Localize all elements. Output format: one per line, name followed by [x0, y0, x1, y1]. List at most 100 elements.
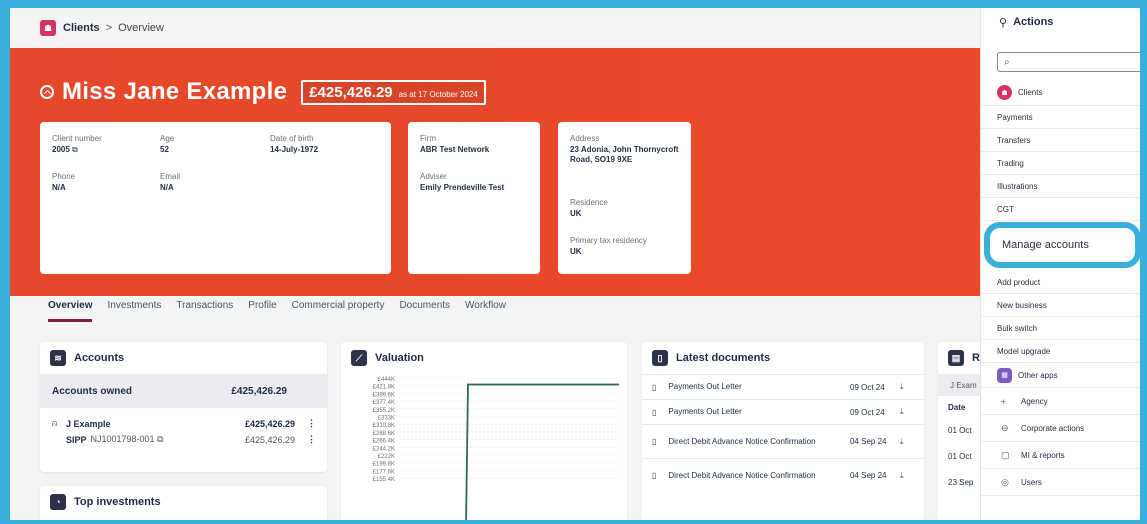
download-icon[interactable]: ⤓ — [900, 382, 924, 392]
residence-label: Residence — [570, 198, 608, 207]
valuation-title: Valuation — [375, 352, 424, 364]
total-value: £425,426.29 — [309, 83, 393, 101]
layers-icon: ≋ — [50, 350, 66, 366]
sidebar-item-label: Corporate actions — [1021, 423, 1085, 433]
search-icon: ⌕ — [1004, 56, 1010, 68]
sidebar-item-payments[interactable]: Payments — [981, 106, 1140, 129]
dob-label: Date of birth — [270, 134, 314, 143]
document-name: Payments Out Letter — [668, 407, 742, 416]
line-chart-icon: ⟋ — [351, 350, 367, 366]
clients-icon: ☗ — [997, 85, 1012, 100]
as-at-date: as at 17 October 2024 — [398, 89, 478, 99]
account-product-row[interactable]: SIPP NJ1001798-001 ⧉ £425,426.29 ⋮ — [40, 434, 327, 445]
y-tick-label: £244.2K — [373, 446, 395, 452]
documents-panel: ▯ Latest documents ▯ Payments Out Letter 09… — [642, 342, 924, 520]
document-date: 09 Oct 24 — [850, 382, 885, 392]
copy-icon[interactable]: ⧉ — [72, 145, 78, 154]
sidebar-item-users[interactable]: ◎ Users — [981, 469, 1140, 496]
address-label: Address — [570, 134, 600, 143]
tab-commercial-property[interactable]: Commercial property — [292, 300, 385, 322]
download-icon[interactable]: ⤓ — [900, 407, 924, 417]
more-icon[interactable]: ⋮ — [307, 434, 316, 445]
y-tick-label: £333K — [378, 416, 395, 422]
total-value-badge: £425,426.29 as at 17 October 2024 — [301, 79, 486, 105]
sidebar-item-new-business[interactable]: New business — [981, 294, 1140, 317]
tab-investments[interactable]: Investments — [107, 300, 161, 322]
collapse-icon[interactable] — [40, 85, 54, 99]
adviser-value: Emily Prendeville Test — [420, 183, 505, 192]
sidebar-item-label: Bulk switch — [997, 323, 1038, 333]
sidebar-item-add-product[interactable]: Add product — [981, 271, 1140, 294]
other-apps-label: Other apps — [1018, 370, 1058, 380]
copy-ref-icon[interactable]: ⧉ — [157, 434, 163, 444]
sidebar-item-transfers[interactable]: Transfers — [981, 129, 1140, 152]
sidebar-item-trading[interactable]: Trading — [981, 152, 1140, 175]
valuation-series-line — [465, 383, 619, 520]
y-tick-label: £266.4K — [373, 439, 395, 445]
actions-clients-group[interactable]: ☗ Clients — [981, 80, 1140, 106]
sidebar-item-model-upgrade[interactable]: Model upgrade — [981, 340, 1140, 363]
sidebar-item-cgt[interactable]: CGT — [981, 198, 1140, 221]
sidebar-item-label: Model upgrade — [997, 346, 1051, 356]
document-date: 09 Oct 24 — [850, 407, 885, 417]
tab-overview[interactable]: Overview — [48, 300, 93, 322]
account-holder-row[interactable]: ⍝ J Example £425,426.29 ⋮ — [40, 418, 327, 429]
y-tick-label: £288.6K — [373, 431, 395, 437]
top-investments-panel: ◔ Top investments — [40, 486, 327, 520]
app-window: ☗ Clients > Overview Miss Jane Example £… — [10, 8, 1140, 520]
age-value: 52 — [160, 145, 169, 154]
top-investments-title: Top investments — [74, 496, 161, 508]
dob-value: 14-July-1972 — [270, 145, 319, 154]
documents-title: Latest documents — [676, 352, 771, 364]
sidebar-item-mi-reports[interactable]: ▢ MI & reports — [981, 442, 1140, 469]
tab-workflow[interactable]: Workflow — [465, 300, 506, 322]
download-icon[interactable]: ⤓ — [900, 471, 924, 481]
breadcrumb-separator: > — [105, 22, 113, 34]
sidebar-item-illustrations[interactable]: Illustrations — [981, 175, 1140, 198]
sidebar-item-label: Illustrations — [997, 181, 1038, 191]
tab-documents[interactable]: Documents — [399, 300, 450, 322]
apps-icon: ▦ — [997, 367, 1012, 383]
person-icon: ⍝ — [52, 418, 58, 428]
document-row[interactable]: ▯ Payments Out Letter 09 Oct 24 ⤓ — [642, 399, 924, 424]
phone-label: Phone — [52, 172, 76, 181]
client-header: Miss Jane Example £425,426.29 as at 17 O… — [10, 48, 980, 296]
sidebar-item-corporate-actions[interactable]: ⊖ Corporate actions — [981, 415, 1140, 442]
document-row[interactable]: ▯ Direct Debit Advance Notice Confirmatio… — [642, 424, 924, 458]
tab-transactions[interactable]: Transactions — [176, 300, 233, 322]
manage-accounts-button[interactable]: Manage accounts — [984, 222, 1140, 268]
list-icon: ▤ — [948, 350, 964, 366]
document-row[interactable]: ▯ Payments Out Letter 09 Oct 24 ⤓ — [642, 374, 924, 399]
client-number-value: 2005 — [52, 145, 70, 154]
y-tick-label: £444K — [378, 377, 395, 383]
document-name: Payments Out Letter — [668, 382, 742, 391]
other-apps-group[interactable]: ▦ Other apps — [981, 363, 1140, 388]
tab-profile[interactable]: Profile — [248, 300, 276, 322]
y-tick-label: £199.8K — [373, 462, 395, 468]
sidebar-item-bulk-switch[interactable]: Bulk switch — [981, 317, 1140, 340]
breadcrumb: ☗ Clients > Overview — [10, 8, 980, 48]
pin-icon: ⚲ — [999, 16, 1008, 29]
sidebar-item-label: MI & reports — [1021, 450, 1065, 460]
y-tick-label: £177.6K — [373, 469, 395, 475]
download-icon[interactable]: ⤓ — [900, 437, 924, 447]
valuation-panel: ⟋ Valuation £444K £421.8K £399.6K £377.4K £35… — [341, 342, 627, 520]
document-row[interactable]: ▯ Direct Debit Advance Notice Confirmatio… — [642, 458, 924, 492]
sidebar-item-label: CGT — [997, 204, 1014, 214]
reports-icon: ▢ — [1001, 449, 1010, 460]
y-tick-label: £399.6K — [373, 392, 395, 398]
corporate-actions-icon: ⊖ — [1001, 422, 1009, 433]
sidebar-item-label: New business — [997, 300, 1047, 310]
clients-icon: ☗ — [40, 20, 56, 36]
sidebar-item-label: Users — [1021, 477, 1042, 487]
actions-search-input[interactable]: ⌕ — [997, 52, 1140, 72]
account-holder-name: J Example — [66, 418, 111, 429]
sidebar-item-agency[interactable]: ⧾ Agency — [981, 388, 1140, 415]
product-value: £425,426.29 — [244, 434, 295, 445]
agency-icon: ⧾ — [1001, 395, 1006, 406]
breadcrumb-clients-link[interactable]: Clients — [63, 22, 100, 34]
document-name: Direct Debit Advance Notice Confirmation — [668, 436, 816, 446]
more-icon[interactable]: ⋮ — [307, 418, 316, 429]
valuation-chart: £444K £421.8K£399.6K £377.4K £355.2K £333K£3… — [373, 377, 619, 520]
actions-clients-label: Clients — [1018, 88, 1043, 97]
